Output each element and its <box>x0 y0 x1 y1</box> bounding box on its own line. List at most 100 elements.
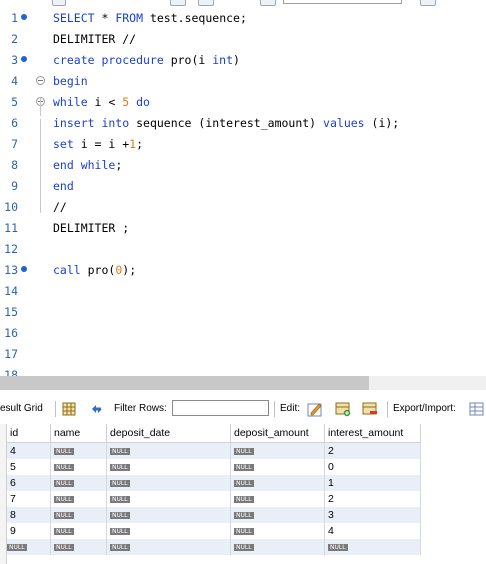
code-line[interactable]: 7 set i = i +1; <box>0 134 486 155</box>
cell-value: 8 <box>10 509 16 521</box>
add-row-icon[interactable] <box>335 401 351 417</box>
table-cell[interactable]: NULL <box>230 491 325 507</box>
table-cell[interactable]: NULL <box>230 459 325 475</box>
table-cell[interactable]: 2 <box>324 442 421 459</box>
column-header[interactable]: deposit_amount <box>230 424 325 443</box>
table-cell[interactable]: NULL <box>50 507 107 523</box>
grid-layout-icon[interactable] <box>61 401 77 417</box>
sql-editor[interactable]: 1 SELECT * FROM test.sequence; 2 DELIMITER … <box>0 0 486 376</box>
table-row[interactable]: 8 NULL NULL NULL 3 <box>7 507 421 523</box>
table-cell[interactable]: NULL <box>106 523 231 539</box>
table-cell[interactable]: NULL <box>50 442 107 459</box>
table-cell[interactable]: NULL <box>7 539 51 555</box>
table-cell[interactable]: NULL <box>50 459 107 475</box>
table-cell[interactable]: NULL <box>106 442 231 459</box>
keyword-token: int <box>212 53 234 67</box>
toolbar-icon[interactable] <box>170 0 186 6</box>
table-cell[interactable]: NULL <box>324 539 421 555</box>
code-line[interactable]: 3 create procedure pro(i int) <box>0 50 486 71</box>
table-cell[interactable]: 4 <box>324 523 421 539</box>
code-line[interactable]: 15 <box>0 302 486 323</box>
code-line[interactable]: 1 SELECT * FROM test.sequence; <box>0 8 486 29</box>
table-cell[interactable]: 6 <box>7 475 51 491</box>
result-grid[interactable]: id name deposit_date deposit_amount interest… <box>0 424 486 564</box>
table-cell[interactable]: 2 <box>324 491 421 507</box>
table-cell[interactable]: 3 <box>324 507 421 523</box>
table-cell[interactable]: NULL <box>230 475 325 491</box>
table-row[interactable]: 4 NULL NULL NULL 2 <box>7 442 421 459</box>
refresh-icon[interactable] <box>89 401 105 417</box>
table-cell[interactable]: 5 <box>7 459 51 475</box>
line-number: 9 <box>11 179 18 193</box>
table-row[interactable]: 6 NULL NULL NULL 1 <box>7 475 421 491</box>
code-line[interactable]: 10 // <box>0 197 486 218</box>
export-icon[interactable] <box>469 401 485 417</box>
column-header[interactable]: deposit_date <box>106 424 231 443</box>
table-cell[interactable]: NULL <box>106 507 231 523</box>
cell-value: 4 <box>10 445 16 457</box>
line-number: 8 <box>11 158 18 172</box>
table-row[interactable]: 9 NULL NULL NULL 4 <box>7 523 421 539</box>
code-line[interactable]: 8 end while; <box>0 155 486 176</box>
table-cell[interactable]: NULL <box>106 491 231 507</box>
null-badge: NULL <box>110 495 130 503</box>
table-cell[interactable]: NULL <box>106 475 231 491</box>
table-cell[interactable]: NULL <box>106 459 231 475</box>
code-line[interactable]: 16 <box>0 323 486 344</box>
table-cell[interactable]: 9 <box>7 523 51 539</box>
table-cell[interactable]: 7 <box>7 491 51 507</box>
column-header[interactable]: id <box>7 424 51 443</box>
table-row[interactable]: NULL NULL NULL NULL NULL <box>7 539 421 555</box>
horizontal-scrollbar-thumb[interactable] <box>0 376 369 390</box>
table-cell[interactable]: 0 <box>324 459 421 475</box>
fold-toggle-icon[interactable] <box>36 76 45 85</box>
null-badge: NULL <box>54 479 74 487</box>
column-header[interactable]: name <box>50 424 107 443</box>
table-row[interactable]: 5 NULL NULL NULL 0 <box>7 459 421 475</box>
table-cell[interactable]: NULL <box>50 475 107 491</box>
code-text: begin <box>53 71 88 92</box>
toolbar-input[interactable] <box>283 0 402 4</box>
table-cell[interactable]: NULL <box>50 523 107 539</box>
code-line[interactable]: 11 DELIMITER ; <box>0 218 486 239</box>
table-cell[interactable]: NULL <box>50 539 107 555</box>
table-cell[interactable]: NULL <box>50 491 107 507</box>
code-line[interactable]: 12 <box>0 239 486 260</box>
column-header[interactable]: interest_amount <box>324 424 421 443</box>
code-token: pro( <box>80 263 116 277</box>
line-number: 7 <box>11 137 18 151</box>
toolbar-icon[interactable] <box>420 0 436 6</box>
result-table[interactable]: id name deposit_date deposit_amount interest… <box>7 424 421 555</box>
table-cell[interactable]: 1 <box>324 475 421 491</box>
line-number: 15 <box>4 305 18 319</box>
table-cell[interactable]: 4 <box>7 442 51 459</box>
table-cell[interactable]: NULL <box>230 539 325 555</box>
horizontal-scrollbar-track[interactable] <box>369 376 486 390</box>
code-line[interactable]: 4 begin <box>0 71 486 92</box>
result-grid-label[interactable]: esult Grid <box>0 396 43 422</box>
edit-cell-icon[interactable] <box>307 401 323 417</box>
table-cell[interactable]: 8 <box>7 507 51 523</box>
code-line[interactable]: 14 <box>0 281 486 302</box>
toolbar-icon[interactable] <box>260 0 276 6</box>
code-line[interactable]: 5 while i < 5 do <box>0 92 486 113</box>
table-row[interactable]: 7 NULL NULL NULL 2 <box>7 491 421 507</box>
table-cell[interactable]: NULL <box>230 442 325 459</box>
code-line[interactable]: 2 DELIMITER // <box>0 29 486 50</box>
toolbar-icon[interactable] <box>52 0 66 6</box>
code-line[interactable]: 9 end <box>0 176 486 197</box>
delete-row-icon[interactable] <box>362 401 378 417</box>
code-line[interactable]: 18 <box>0 365 486 376</box>
cell-value: 6 <box>10 477 16 489</box>
code-token: pro(i <box>163 53 213 67</box>
table-cell[interactable]: NULL <box>230 507 325 523</box>
code-line[interactable]: 17 <box>0 344 486 365</box>
filter-rows-input[interactable] <box>172 400 269 416</box>
table-cell[interactable]: NULL <box>230 523 325 539</box>
code-line[interactable]: 13 call pro(0); <box>0 260 486 281</box>
null-badge: NULL <box>328 543 348 551</box>
code-text: end while; <box>53 155 122 176</box>
code-line[interactable]: 6 insert into sequence (interest_amount) … <box>0 113 486 134</box>
toolbar-icon[interactable] <box>198 0 214 6</box>
table-cell[interactable]: NULL <box>106 539 231 555</box>
